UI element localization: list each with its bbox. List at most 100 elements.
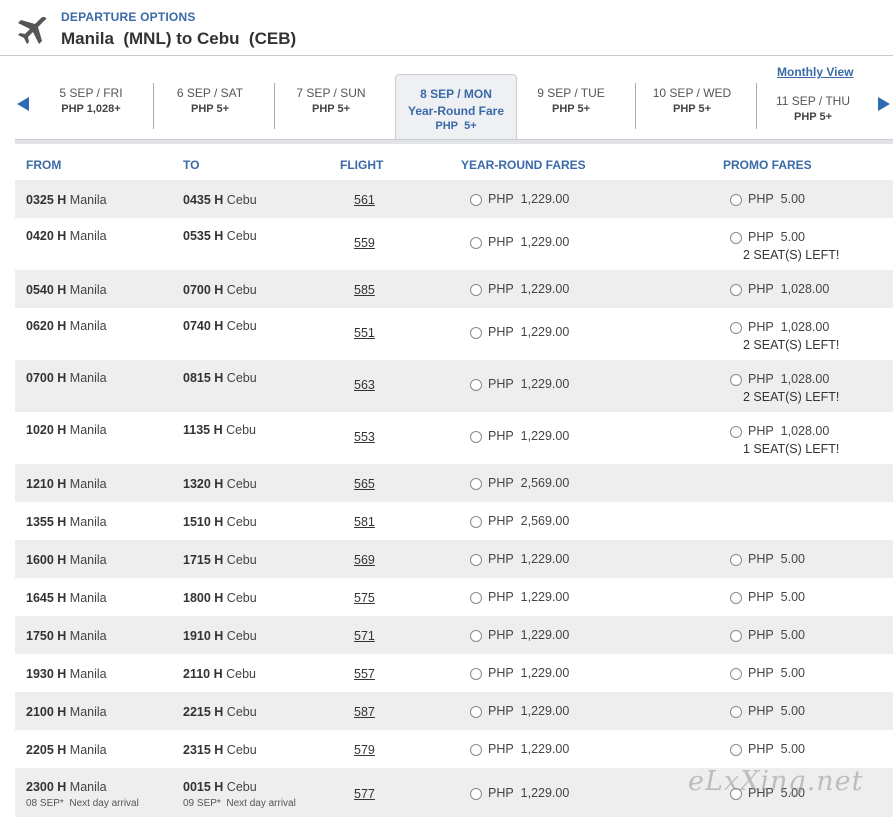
- flight-row: 0620 H Manila 0740 H Cebu 551 PHP 1,229.…: [15, 308, 893, 360]
- date-tab-11-sep[interactable]: 11 SEP / THU PHP 5+: [753, 91, 873, 137]
- promo-fare-radio[interactable]: [730, 193, 742, 206]
- promo-fare-option[interactable]: PHP 5.00 2 SEAT(S) LEFT!: [730, 230, 839, 262]
- date-tab-9-sep[interactable]: 9 SEP / TUE PHP 5+: [511, 83, 631, 129]
- arrival-city: Cebu: [226, 477, 257, 491]
- promo-fare-option[interactable]: PHP 5.00: [730, 666, 805, 680]
- date-tab-5-sep[interactable]: 5 SEP / FRI PHP 1,028+: [31, 83, 151, 129]
- flight-number-link[interactable]: 553: [354, 430, 375, 444]
- flight-number-link[interactable]: 575: [354, 591, 375, 605]
- departure-city: Manila: [69, 780, 107, 794]
- flight-number-link[interactable]: 581: [354, 515, 375, 529]
- year-round-fare-price: PHP 2,569.00: [488, 476, 570, 490]
- promo-fare-radio[interactable]: [730, 591, 742, 604]
- year-round-fare-price: PHP 1,229.00: [488, 429, 570, 443]
- flight-number-link[interactable]: 551: [354, 326, 375, 340]
- departure-cell: 0700 H Manila: [26, 371, 107, 385]
- year-round-fare-option[interactable]: PHP 2,569.00: [470, 514, 569, 528]
- promo-fare-option[interactable]: PHP 5.00: [730, 552, 805, 566]
- year-round-fare-option[interactable]: PHP 1,229.00: [470, 429, 569, 443]
- date-tab-8-sep-selected[interactable]: 8 SEP / MON Year-Round Fare PHP 5+: [395, 74, 517, 139]
- departure-city: Manila: [69, 667, 107, 681]
- year-round-fare-radio[interactable]: [470, 515, 482, 528]
- flight-number-link[interactable]: 559: [354, 236, 375, 250]
- promo-fare-option[interactable]: PHP 5.00: [730, 192, 805, 206]
- year-round-fare-option[interactable]: PHP 1,229.00: [470, 742, 569, 756]
- year-round-fare-radio[interactable]: [470, 193, 482, 206]
- year-round-fare-radio[interactable]: [470, 667, 482, 680]
- year-round-fare-radio[interactable]: [470, 236, 482, 249]
- year-round-fare-option[interactable]: PHP 1,229.00: [470, 628, 569, 642]
- promo-fare-option[interactable]: PHP 1,028.00 2 SEAT(S) LEFT!: [730, 320, 839, 352]
- year-round-fare-option[interactable]: PHP 1,229.00: [470, 590, 569, 604]
- flight-number-link[interactable]: 561: [354, 193, 375, 207]
- year-round-fare-option[interactable]: PHP 2,569.00: [470, 476, 569, 490]
- date-tab-7-sep[interactable]: 7 SEP / SUN PHP 5+: [271, 83, 391, 129]
- promo-fare-radio[interactable]: [730, 667, 742, 680]
- year-round-fare-option[interactable]: PHP 1,229.00: [470, 786, 569, 800]
- promo-fare-radio[interactable]: [730, 373, 742, 386]
- date-price: PHP 5+: [551, 103, 591, 115]
- promo-fare-radio[interactable]: [730, 321, 742, 334]
- year-round-fare-option[interactable]: PHP 1,229.00: [470, 325, 569, 339]
- year-round-fare-radio[interactable]: [470, 591, 482, 604]
- promo-fare-radio[interactable]: [730, 283, 742, 296]
- promo-fare-option[interactable]: PHP 1,028.00 1 SEAT(S) LEFT!: [730, 424, 839, 456]
- year-round-fare-radio[interactable]: [470, 787, 482, 800]
- year-round-fare-price: PHP 1,229.00: [488, 742, 570, 756]
- year-round-fare-radio[interactable]: [470, 629, 482, 642]
- year-round-fare-option[interactable]: PHP 1,229.00: [470, 552, 569, 566]
- year-round-fare-price: PHP 1,229.00: [488, 552, 570, 566]
- prev-dates-arrow-icon[interactable]: [17, 97, 29, 111]
- year-round-fare-option[interactable]: PHP 1,229.00: [470, 377, 569, 391]
- departure-cell: 2205 H Manila: [26, 743, 107, 757]
- promo-fare-radio[interactable]: [730, 629, 742, 642]
- year-round-fare-radio[interactable]: [470, 705, 482, 718]
- departure-cell: 1600 H Manila: [26, 553, 107, 567]
- flight-number-link[interactable]: 563: [354, 378, 375, 392]
- promo-fare-radio[interactable]: [730, 743, 742, 756]
- year-round-fare-option[interactable]: PHP 1,229.00: [470, 666, 569, 680]
- next-dates-arrow-icon[interactable]: [878, 97, 890, 111]
- promo-fare-price: PHP 1,028.00: [748, 320, 830, 334]
- year-round-fare-radio[interactable]: [470, 743, 482, 756]
- flight-row: 1210 H Manila 1320 H Cebu 565 PHP 2,569.…: [15, 464, 893, 502]
- flight-number-link[interactable]: 577: [354, 787, 375, 801]
- date-tab-10-sep[interactable]: 10 SEP / WED PHP 5+: [632, 83, 752, 129]
- flight-number-link[interactable]: 557: [354, 667, 375, 681]
- flight-number-link[interactable]: 569: [354, 553, 375, 567]
- flight-number-link[interactable]: 579: [354, 743, 375, 757]
- promo-fare-radio[interactable]: [730, 231, 742, 244]
- year-round-fare-radio[interactable]: [470, 378, 482, 391]
- flight-number-link[interactable]: 585: [354, 283, 375, 297]
- flight-number-link[interactable]: 571: [354, 629, 375, 643]
- year-round-fare-option[interactable]: PHP 1,229.00: [470, 282, 569, 296]
- flight-number-link[interactable]: 587: [354, 705, 375, 719]
- date-tab-6-sep[interactable]: 6 SEP / SAT PHP 5+: [150, 83, 270, 129]
- promo-fare-option[interactable]: PHP 1,028.00 2 SEAT(S) LEFT!: [730, 372, 839, 404]
- departure-time: 2300 H: [26, 780, 67, 794]
- departure-time: 2205 H: [26, 743, 67, 757]
- year-round-fare-price: PHP 1,229.00: [488, 628, 570, 642]
- arrival-cell: 2315 H Cebu: [183, 743, 257, 757]
- year-round-fare-radio[interactable]: [470, 326, 482, 339]
- arrival-cell: 1320 H Cebu: [183, 477, 257, 491]
- year-round-fare-radio[interactable]: [470, 553, 482, 566]
- promo-fare-option[interactable]: PHP 5.00: [730, 590, 805, 604]
- year-round-fare-radio[interactable]: [470, 283, 482, 296]
- promo-fare-radio[interactable]: [730, 425, 742, 438]
- promo-fare-price: PHP 1,028.00: [748, 424, 830, 438]
- promo-fare-option[interactable]: PHP 1,028.00: [730, 282, 829, 296]
- promo-fare-option[interactable]: PHP 5.00: [730, 704, 805, 718]
- promo-fare-radio[interactable]: [730, 705, 742, 718]
- year-round-fare-radio[interactable]: [470, 430, 482, 443]
- promo-fare-option[interactable]: PHP 5.00: [730, 628, 805, 642]
- year-round-fare-option[interactable]: PHP 1,229.00: [470, 704, 569, 718]
- promo-fare-option[interactable]: PHP 5.00: [730, 742, 805, 756]
- year-round-fare-radio[interactable]: [470, 477, 482, 490]
- flight-row: 0540 H Manila 0700 H Cebu 585 PHP 1,229.…: [15, 270, 893, 308]
- year-round-fare-option[interactable]: PHP 1,229.00: [470, 192, 569, 206]
- flight-number-link[interactable]: 565: [354, 477, 375, 491]
- page-header: DEPARTURE OPTIONS Manila (MNL) to Cebu (…: [0, 0, 893, 56]
- year-round-fare-option[interactable]: PHP 1,229.00: [470, 235, 569, 249]
- promo-fare-radio[interactable]: [730, 553, 742, 566]
